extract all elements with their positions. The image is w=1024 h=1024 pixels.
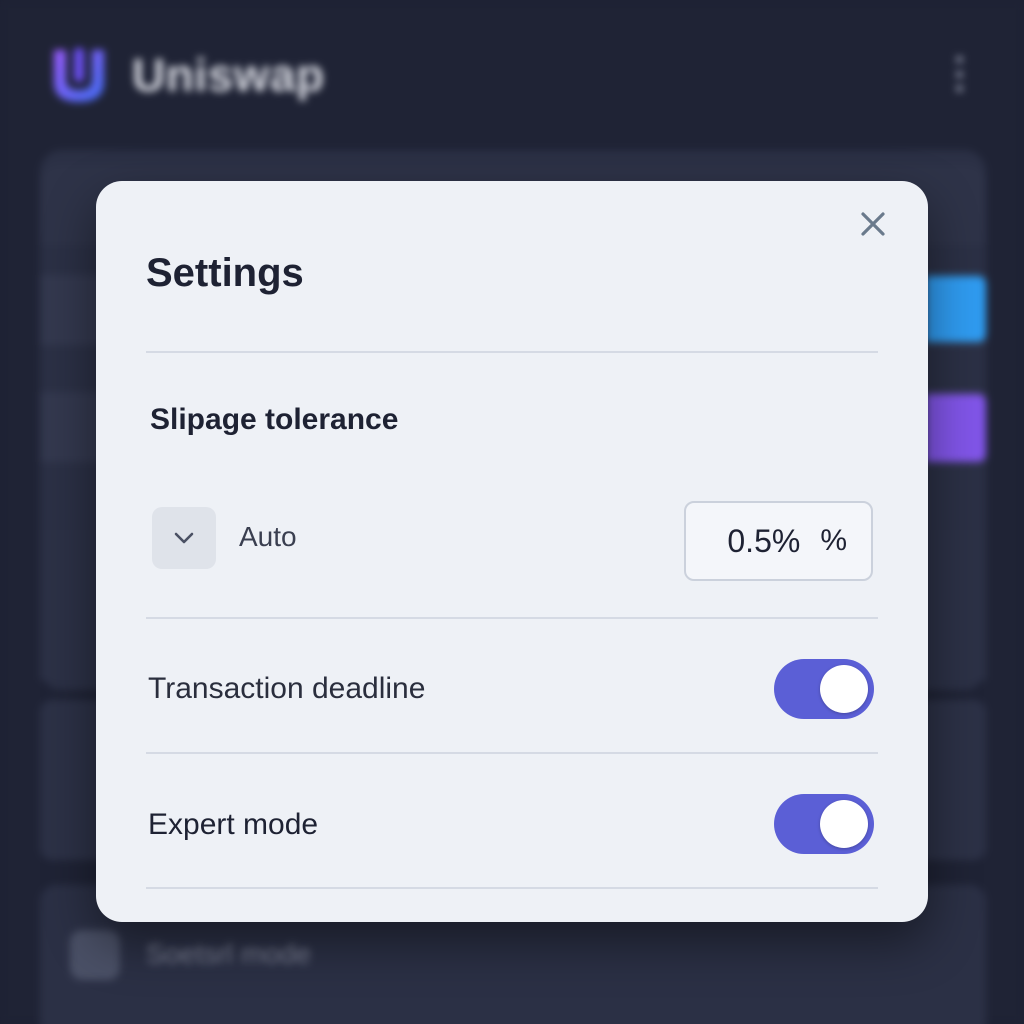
slippage-unit: % <box>820 524 847 557</box>
app-header: Uniswap <box>40 36 984 116</box>
close-icon <box>861 212 885 236</box>
chevron-down-icon <box>174 532 194 544</box>
close-button[interactable] <box>856 207 890 241</box>
auto-label: Auto <box>239 521 297 552</box>
divider <box>146 887 878 889</box>
uniswap-logo-icon <box>54 48 104 102</box>
expert-mode-label: Expert mode <box>148 808 319 841</box>
settings-modal: Settings Slipage tolerance Auto 0.5% % T… <box>96 181 928 922</box>
transaction-deadline-label: Transaction deadline <box>148 672 426 705</box>
expert-mode-toggle[interactable] <box>774 794 874 854</box>
background-blue-button <box>926 276 986 342</box>
more-vertical-icon[interactable] <box>954 56 964 92</box>
brand-name: Uniswap <box>132 49 325 101</box>
slippage-tolerance-label: Slipage tolerance <box>150 403 399 436</box>
divider <box>146 617 878 619</box>
divider <box>146 351 878 353</box>
auto-slippage-button[interactable] <box>152 507 216 569</box>
slippage-input[interactable]: 0.5% % <box>684 501 873 581</box>
divider <box>146 752 878 754</box>
modal-title: Settings <box>146 251 304 295</box>
background-purple-button <box>926 394 986 462</box>
background-mode-label: Soetsrl mode <box>146 938 311 969</box>
app-root: Uniswap Soetsrl mode Settings Slipage to… <box>0 0 1024 1024</box>
background-mode-icon <box>70 930 120 980</box>
toggle-knob <box>820 665 868 713</box>
toggle-knob <box>820 800 868 848</box>
slippage-value: 0.5% <box>727 522 801 559</box>
transaction-deadline-toggle[interactable] <box>774 659 874 719</box>
